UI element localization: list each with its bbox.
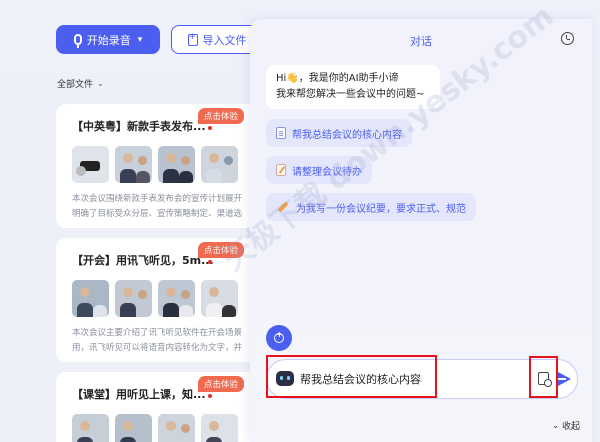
suggestion-label: 请整理会议待办	[292, 166, 362, 178]
import-file-label: 导入文件	[202, 33, 247, 47]
unread-dot	[208, 126, 212, 130]
new-chat-button[interactable]	[266, 325, 292, 351]
chevron-down-icon: ⌄	[97, 79, 104, 88]
thumbnail-image	[201, 280, 238, 317]
thumbnail-image	[115, 146, 152, 183]
greeting-hi: Hi	[276, 73, 287, 84]
highlight-box-input	[266, 355, 437, 398]
highlight-box-attach	[529, 356, 558, 398]
send-icon[interactable]	[558, 372, 571, 386]
thumbnail-image	[72, 280, 109, 317]
suggestion-organize-todos[interactable]: 请整理会议待办	[266, 156, 372, 184]
pencil-icon	[277, 201, 289, 213]
file-filter-dropdown[interactable]: 全部文件 ⌄	[57, 77, 104, 90]
new-chat-icon	[274, 330, 284, 343]
summary-line: 明确了目标受众分层、宣传策略制定、渠道选	[72, 209, 243, 219]
waving-hand-icon: 👋	[286, 73, 299, 84]
unread-dot	[208, 260, 212, 264]
suggestion-write-minutes[interactable]: 为我写一份会议纪要，要求正式、规范	[266, 193, 476, 221]
try-it-badge[interactable]: 点击体验	[197, 376, 244, 392]
assistant-greeting-bubble: Hi👋，我是你的AI助手小谛 我来帮您解决一些会议中的问题~	[266, 65, 440, 109]
suggestion-label: 为我写一份会议纪要，要求正式、规范	[296, 203, 466, 215]
chevron-down-icon: ▾	[137, 34, 143, 45]
thumbnail-image	[72, 146, 109, 183]
import-document-icon	[187, 32, 198, 46]
meeting-card-title: 【课堂】用听见上课，知...	[72, 388, 206, 401]
thumbnail-image	[158, 146, 195, 183]
file-filter-label: 全部文件	[57, 80, 94, 90]
collapse-arrow-icon: ⌄	[552, 421, 559, 430]
document-icon	[276, 127, 286, 139]
meeting-thumbnails	[72, 146, 238, 183]
file-list-pane: 开始录音 ▾ 导入文件 全部文件 ⌄ 【中英粤】新款手表发布... 点击体验 本…	[0, 0, 263, 442]
unread-dot	[208, 394, 212, 398]
meeting-card[interactable]: 【课堂】用听见上课，知... 点击体验	[56, 372, 262, 442]
collapse-label: 收起	[561, 422, 580, 432]
start-recording-button[interactable]: 开始录音 ▾	[56, 25, 160, 54]
try-it-badge[interactable]: 点击体验	[197, 108, 244, 124]
thumbnail-image	[115, 280, 152, 317]
meeting-card-title: 【中英粤】新款手表发布...	[72, 120, 206, 133]
meeting-card[interactable]: 【开会】用讯飞听见，5m... 点击体验 本次会议主要介绍了讯飞听见软件在开会场…	[56, 238, 262, 362]
note-icon	[276, 164, 286, 176]
suggestion-summarize-core[interactable]: 帮我总结会议的核心内容	[266, 119, 412, 147]
thumbnail-image	[201, 146, 238, 183]
meeting-card-title: 【开会】用讯飞听见，5m...	[72, 254, 214, 267]
thumbnail-image	[158, 280, 195, 317]
history-icon[interactable]	[561, 32, 574, 45]
meeting-thumbnails	[72, 414, 238, 442]
summary-line: 本次会议主要介绍了讯飞听见软件在开会场景	[72, 328, 243, 338]
suggestion-label: 帮我总结会议的核心内容	[292, 129, 402, 141]
greeting-intro: ，我是你的AI助手小谛	[298, 73, 399, 84]
greeting-line-2: 我来帮您解决一些会议中的问题~	[276, 89, 425, 100]
meeting-thumbnails	[72, 280, 238, 317]
thumbnail-image	[158, 414, 195, 442]
app-window: 开始录音 ▾ 导入文件 全部文件 ⌄ 【中英粤】新款手表发布... 点击体验 本…	[0, 0, 600, 442]
try-it-badge[interactable]: 点击体验	[197, 242, 244, 258]
meeting-card[interactable]: 【中英粤】新款手表发布... 点击体验 本次会议围绕新款手表发布会的宣传计划展开…	[56, 104, 262, 228]
meeting-card-summary: 本次会议围绕新款手表发布会的宣传计划展开 明确了目标受众分层、宣传策略制定、渠道…	[72, 192, 262, 222]
summary-line: 本次会议围绕新款手表发布会的宣传计划展开	[72, 194, 243, 204]
start-recording-label: 开始录音	[86, 33, 131, 47]
summary-line: 用，讯飞听见可以将语音内容转化为文字，并	[72, 343, 243, 353]
collapse-button[interactable]: ⌄ 收起	[552, 419, 580, 432]
thumbnail-image	[72, 414, 109, 442]
chat-panel-title: 对话	[410, 35, 432, 48]
thumbnail-image	[201, 414, 238, 442]
meeting-card-summary: 本次会议主要介绍了讯飞听见软件在开会场景 用，讯飞听见可以将语音内容转化为文字，…	[72, 326, 262, 356]
thumbnail-image	[115, 414, 152, 442]
microphone-icon	[73, 34, 82, 48]
